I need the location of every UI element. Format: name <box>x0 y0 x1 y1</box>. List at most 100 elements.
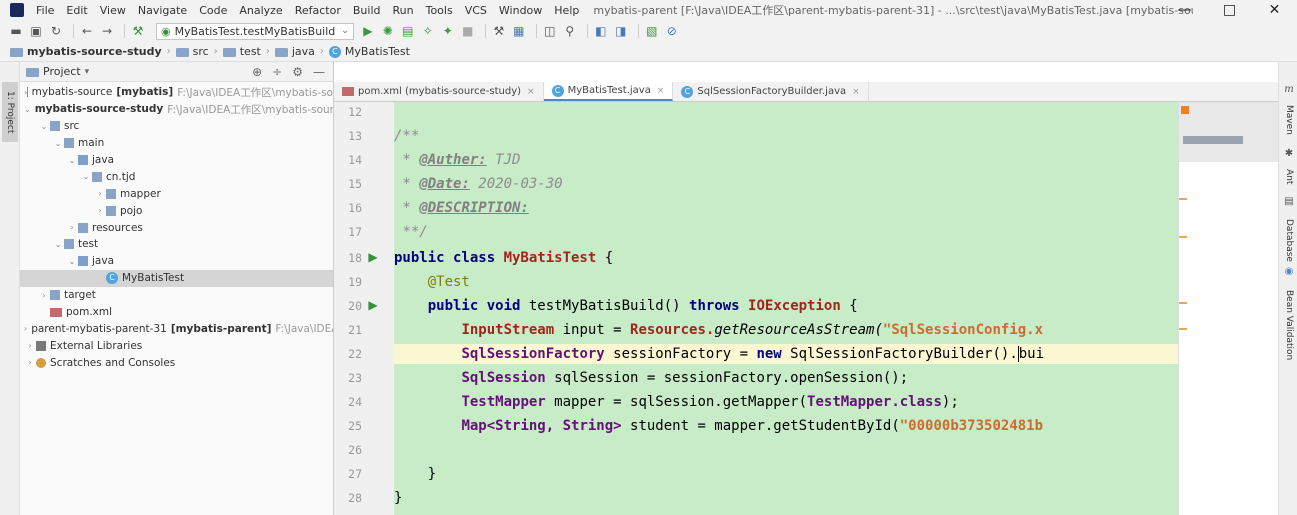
no-entry-icon[interactable]: ⊘ <box>664 23 680 39</box>
maven-tool-tab[interactable]: Maven <box>1279 100 1297 140</box>
run-configuration-select[interactable]: ◉ MyBatisTest.testMyBatisBuild ⌄ <box>156 22 354 40</box>
run-test-class-icon[interactable]: ▶ <box>366 250 380 264</box>
tree-item-pom-xml[interactable]: pom.xml <box>20 304 333 321</box>
chevron-down-icon[interactable]: ⌄ <box>52 240 64 249</box>
menu-item-edit[interactable]: Edit <box>60 4 93 17</box>
run-icon[interactable]: ▶ <box>360 23 376 39</box>
sync-icon[interactable]: ↻ <box>48 23 64 39</box>
breadcrumb-item-java[interactable]: java <box>274 45 315 58</box>
ant-tool-tab[interactable]: Ant <box>1279 162 1297 192</box>
tree-item-scratches-and-consoles[interactable]: › Scratches and Consoles <box>20 354 333 371</box>
chevron-down-icon[interactable]: ▾ <box>85 67 90 77</box>
chevron-down-icon[interactable]: ⌄ <box>38 122 50 131</box>
minimize-button[interactable]: — <box>1162 0 1207 20</box>
chevron-right-icon[interactable]: › <box>94 206 106 215</box>
menu-item-tools[interactable]: Tools <box>420 4 459 17</box>
layout-icon[interactable]: ◫ <box>542 23 558 39</box>
breadcrumb-item-test[interactable]: test <box>222 45 261 58</box>
tree-item-java[interactable]: ⌄ java <box>20 152 333 169</box>
chevron-down-icon[interactable]: ⌄ <box>66 257 78 266</box>
tree-item-main[interactable]: ⌄ main <box>20 135 333 152</box>
close-tab-icon[interactable]: × <box>657 86 665 96</box>
search-icon[interactable]: ⚲ <box>562 23 578 39</box>
scroll-marker[interactable] <box>1179 302 1187 304</box>
minimap[interactable] <box>1179 102 1279 162</box>
menu-item-analyze[interactable]: Analyze <box>233 4 288 17</box>
scroll-marker[interactable] <box>1179 236 1187 238</box>
menu-item-window[interactable]: Window <box>493 4 548 17</box>
code-editor[interactable]: /** * @Auther: TJD * @Date: 2020-03-30 *… <box>394 102 1178 515</box>
run-test-method-icon[interactable]: ▶ <box>366 298 380 312</box>
chevron-down-icon[interactable]: ⌄ <box>80 172 92 181</box>
breadcrumb-item-module[interactable]: mybatis-source-study <box>10 45 162 58</box>
tree-item-src[interactable]: ⌄ src <box>20 118 333 135</box>
tree-item-pojo[interactable]: › pojo <box>20 202 333 219</box>
chevron-right-icon[interactable]: › <box>94 189 106 198</box>
chevron-down-icon[interactable]: ⌄ <box>52 139 64 148</box>
image-icon[interactable]: ▧ <box>644 23 660 39</box>
database-tool-tab[interactable]: Database <box>1279 210 1297 270</box>
chevron-right-icon[interactable]: › <box>24 358 36 367</box>
tree-item-mybatistest[interactable]: C MyBatisTest <box>20 269 333 287</box>
close-tab-icon[interactable]: × <box>527 87 535 97</box>
scroll-marker[interactable] <box>1179 198 1187 200</box>
project-tool-tab[interactable]: 1: Project <box>2 82 18 142</box>
menu-item-view[interactable]: View <box>94 4 132 17</box>
maximize-button[interactable]: □ <box>1207 0 1252 20</box>
tree-item-test[interactable]: ⌄ test <box>20 236 333 253</box>
open-folder-icon[interactable]: ▬ <box>8 23 24 39</box>
menu-item-refactor[interactable]: Refactor <box>289 4 347 17</box>
chevron-down-icon[interactable]: ⌄ <box>24 105 31 114</box>
project-structure-icon[interactable]: ▦ <box>511 23 527 39</box>
vcs-update-icon[interactable]: ◧ <box>593 23 609 39</box>
coverage-icon[interactable]: ▤ <box>400 23 416 39</box>
close-button[interactable]: ✕ <box>1252 0 1297 20</box>
menu-item-build[interactable]: Build <box>347 4 387 17</box>
editor-tab-sqlsessionfactorybuilder-java[interactable]: C SqlSessionFactoryBuilder.java × <box>673 82 869 101</box>
menu-item-file[interactable]: File <box>30 4 60 17</box>
forward-icon[interactable]: → <box>99 23 115 39</box>
chevron-right-icon[interactable]: › <box>38 291 50 300</box>
chevron-right-icon[interactable]: › <box>24 341 36 350</box>
editor-tab-mybatistest-java[interactable]: C MyBatisTest.java × <box>543 82 674 101</box>
editor-tab-pom-xml-mybatis-source-study-[interactable]: pom.xml (mybatis-source-study) × <box>334 82 544 101</box>
save-all-icon[interactable]: ▣ <box>28 23 44 39</box>
menu-item-help[interactable]: Help <box>548 4 585 17</box>
tree-item-java[interactable]: ⌄ java <box>20 253 333 270</box>
profile-icon[interactable]: ✧ <box>420 23 436 39</box>
chevron-down-icon[interactable]: ⌄ <box>66 156 78 165</box>
menu-item-code[interactable]: Code <box>193 4 233 17</box>
debug-icon[interactable]: ✺ <box>380 23 396 39</box>
tree-item-mybatis-source[interactable]: › mybatis-source [mybatis] F:\Java\IDEA工作区\… <box>20 84 333 101</box>
scroll-marker[interactable] <box>1179 328 1187 330</box>
back-icon[interactable]: ← <box>79 23 95 39</box>
tree-item-mapper[interactable]: › mapper <box>20 185 333 202</box>
collapse-all-icon[interactable]: ÷ <box>272 65 282 79</box>
tree-item-mybatis-source-study[interactable]: ⌄ mybatis-source-study F:\Java\IDEA工作区\myb… <box>20 101 333 118</box>
vcs-commit-icon[interactable]: ◨ <box>613 23 629 39</box>
menu-item-navigate[interactable]: Navigate <box>132 4 193 17</box>
menu-item-run[interactable]: Run <box>387 4 420 17</box>
editor-scrollbar[interactable] <box>1178 102 1279 515</box>
inspection-status-icon[interactable] <box>1181 106 1189 114</box>
tree-item-external-libraries[interactable]: › External Libraries <box>20 337 333 354</box>
minimap-thumb[interactable] <box>1183 136 1243 144</box>
stop-icon[interactable]: ■ <box>460 23 476 39</box>
hide-icon[interactable]: — <box>313 65 325 79</box>
breadcrumb-item-src[interactable]: src <box>175 45 209 58</box>
breadcrumb-item-class[interactable]: C MyBatisTest <box>328 45 410 58</box>
bean-validation-tool-tab[interactable]: Bean Validation <box>1279 280 1297 370</box>
chevron-right-icon[interactable]: › <box>66 223 78 232</box>
tree-item-target[interactable]: › target <box>20 287 333 304</box>
gear-icon[interactable]: ⚙ <box>292 65 303 79</box>
wrench-icon[interactable]: ⚒ <box>491 23 507 39</box>
close-tab-icon[interactable]: × <box>852 87 860 97</box>
project-view-select[interactable]: Project <box>43 65 81 78</box>
locate-icon[interactable]: ⊕ <box>252 65 262 79</box>
tree-item-cn-tjd[interactable]: ⌄ cn.tjd <box>20 168 333 185</box>
tree-item-parent-mybatis-parent-31[interactable]: › parent-mybatis-parent-31 [mybatis-parent… <box>20 320 333 337</box>
menu-item-vcs[interactable]: VCS <box>459 4 493 17</box>
tree-item-resources[interactable]: › resources <box>20 219 333 236</box>
chevron-right-icon[interactable]: › <box>24 324 27 333</box>
attach-icon[interactable]: ✦ <box>440 23 456 39</box>
